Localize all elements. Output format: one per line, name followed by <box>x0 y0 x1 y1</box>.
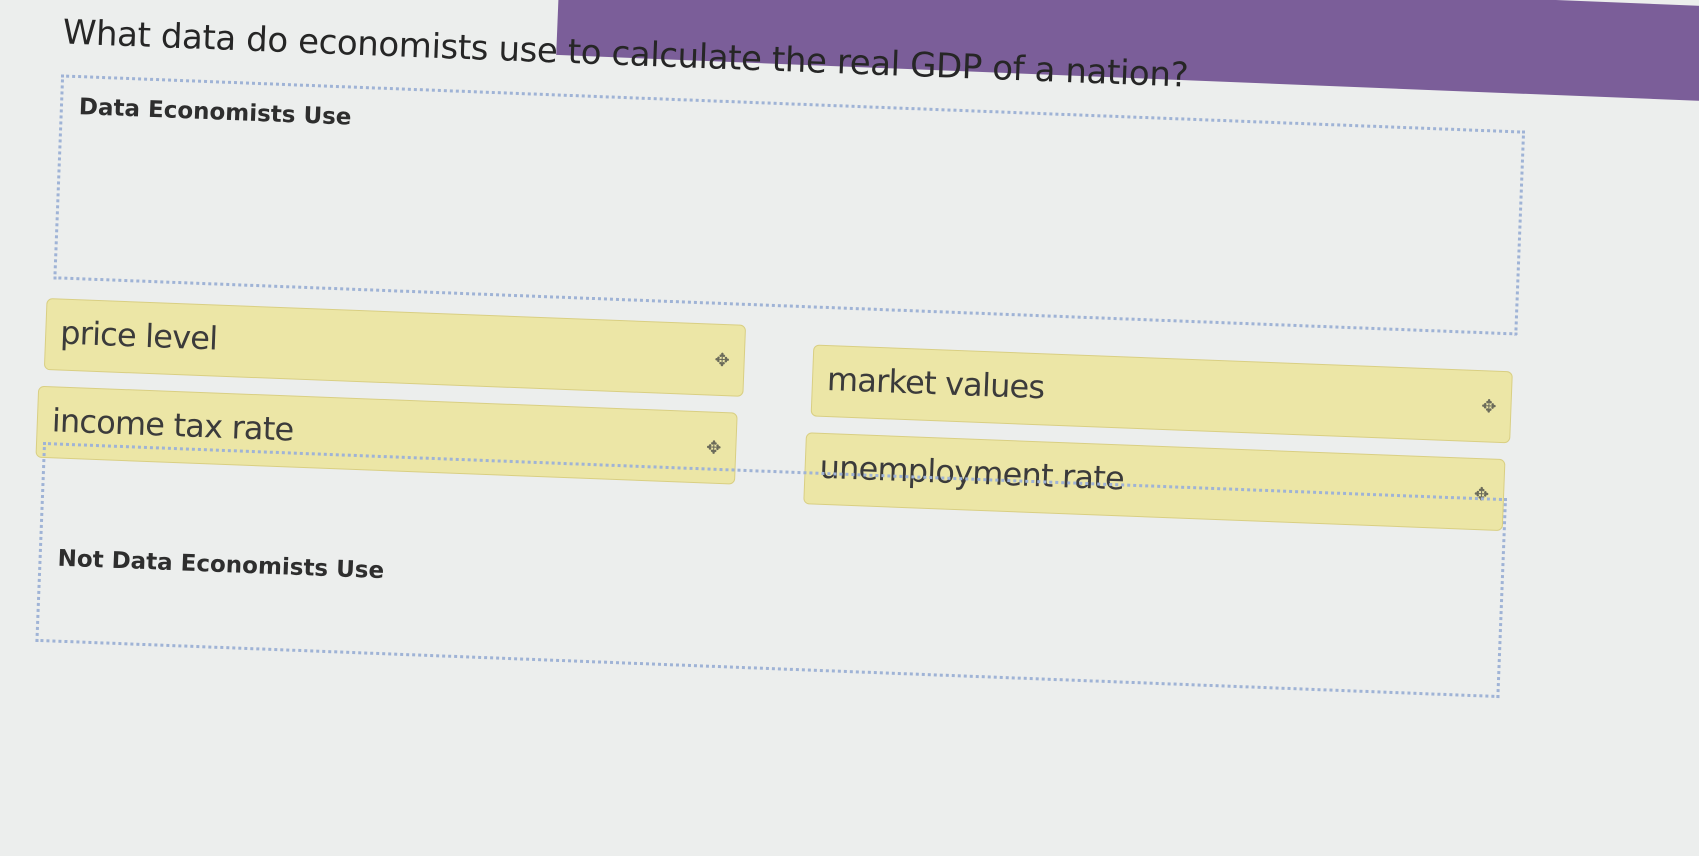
card-label: price level <box>59 313 219 358</box>
dropzone-data-economists-use[interactable]: Data Economists Use <box>53 74 1526 336</box>
card-label: income tax rate <box>51 401 295 449</box>
draggable-card-market-values[interactable]: market values ✥ <box>810 344 1513 444</box>
move-arrows-icon: ✥ <box>1481 396 1497 417</box>
dropzone-title-use: Data Economists Use <box>78 94 352 131</box>
dropzone-title-not-use: Not Data Economists Use <box>57 545 385 585</box>
card-label: market values <box>826 360 1046 407</box>
move-arrows-icon: ✥ <box>705 437 722 459</box>
draggable-card-price-level[interactable]: price level ✥ <box>43 298 747 397</box>
move-arrows-icon: ✥ <box>714 349 731 371</box>
drag-and-drop-question: What data do economists use to calculate… <box>0 0 1698 856</box>
